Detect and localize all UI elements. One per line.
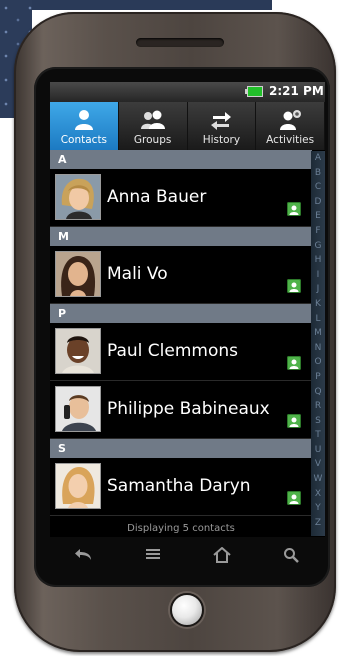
person-star-icon [256,107,324,133]
back-button[interactable] [50,537,119,573]
contact-name: Samantha Daryn [107,476,251,496]
battery-icon [245,86,263,97]
tab-label: Groups [133,134,172,146]
speaker-grille [136,38,224,47]
tab-label: History [202,134,241,146]
tab-bar: Contacts Groups History Activities [50,102,325,150]
menu-button[interactable] [119,537,188,573]
arrows-icon [188,107,256,133]
alphabet-index-letter[interactable]: D [311,195,325,210]
section-header-m: M [50,227,312,246]
alphabet-index-letter[interactable]: H [311,253,325,268]
contact-name: Mali Vo [107,264,168,284]
contact-row-mali-vo[interactable]: Mali Vo [50,246,312,304]
alphabet-index-letter[interactable]: A [311,151,325,166]
contact-row-paul-clemmons[interactable]: Paul Clemmons [50,323,312,381]
trackball[interactable] [170,593,204,627]
alphabet-index-letter[interactable]: B [311,166,325,181]
back-icon [75,549,92,560]
alphabet-index-letter[interactable]: K [311,297,325,312]
contact-card-icon[interactable] [287,356,301,370]
menu-icon [146,549,161,559]
status-time: 2:21 PM [269,84,324,98]
contact-card-icon[interactable] [287,279,301,293]
section-header-s: S [50,439,312,458]
woman-blonde-avatar [55,463,101,509]
section-header-a: A [50,150,312,169]
alphabet-index-letter[interactable]: S [311,414,325,429]
alphabet-index-letter[interactable]: F [311,224,325,239]
tab-activities[interactable]: Activities [256,102,325,150]
woman-short-hair-avatar [55,174,101,220]
alphabet-index-letter[interactable]: G [311,239,325,254]
tab-groups[interactable]: Groups [119,102,188,150]
tab-history[interactable]: History [188,102,257,150]
man-phone-avatar [55,386,101,432]
alphabet-index-letter[interactable]: L [311,312,325,327]
alphabet-index-letter[interactable]: X [311,487,325,502]
alphabet-index-letter[interactable]: W [311,472,325,487]
alphabet-index-letter[interactable]: P [311,370,325,385]
contact-row-philippe-babineaux[interactable]: Philippe Babineaux [50,381,312,439]
alphabet-index-letter[interactable]: E [311,209,325,224]
contact-name: Paul Clemmons [107,341,239,361]
alphabet-index-letter[interactable]: C [311,180,325,195]
alphabet-index-letter[interactable]: Z [311,516,325,531]
alphabet-index-letter[interactable]: N [311,341,325,356]
woman-long-hair-avatar [55,251,101,297]
phone-screen: 2:21 PM Contacts Groups History Activiti… [50,82,325,537]
tab-label: Contacts [60,134,108,146]
alphabet-index-letter[interactable]: Y [311,501,325,516]
alphabet-index-letter[interactable]: Q [311,385,325,400]
home-icon [213,547,231,563]
alphabet-index-letter[interactable]: V [311,457,325,472]
contact-name: Anna Bauer [107,187,207,207]
section-header-p: P [50,304,312,323]
search-icon [283,548,299,563]
tab-contacts[interactable]: Contacts [50,102,119,150]
contact-card-icon[interactable] [287,491,301,505]
search-button[interactable] [256,537,325,573]
smiling-man-avatar [55,328,101,374]
people-icon [119,107,187,133]
contact-row-samantha-daryn[interactable]: Samantha Daryn [50,458,312,516]
alphabet-index-scrollbar[interactable]: ABCDEFGHIJKLMNOPQRSTUVWXYZ [311,151,325,536]
contact-list: A Anna Bauer M Mali Vo P Paul Clemmons P… [50,150,312,535]
contact-row-anna-bauer[interactable]: Anna Bauer [50,169,312,227]
status-bar: 2:21 PM [50,82,325,102]
contact-name: Philippe Babineaux [107,399,270,419]
contact-card-icon[interactable] [287,202,301,216]
navigation-bar [50,537,325,573]
tab-label: Activities [266,134,315,146]
alphabet-index-letter[interactable]: O [311,355,325,370]
alphabet-index-letter[interactable]: U [311,443,325,458]
background-strip [32,0,272,10]
person-icon [50,107,118,133]
contact-count-footer: Displaying 5 contacts [127,523,235,534]
alphabet-index-letter[interactable]: R [311,399,325,414]
alphabet-index-letter[interactable]: J [311,282,325,297]
alphabet-index-letter[interactable]: T [311,428,325,443]
home-button[interactable] [188,537,257,573]
contact-card-icon[interactable] [287,414,301,428]
alphabet-index-letter[interactable]: I [311,268,325,283]
alphabet-index-letter[interactable]: M [311,326,325,341]
